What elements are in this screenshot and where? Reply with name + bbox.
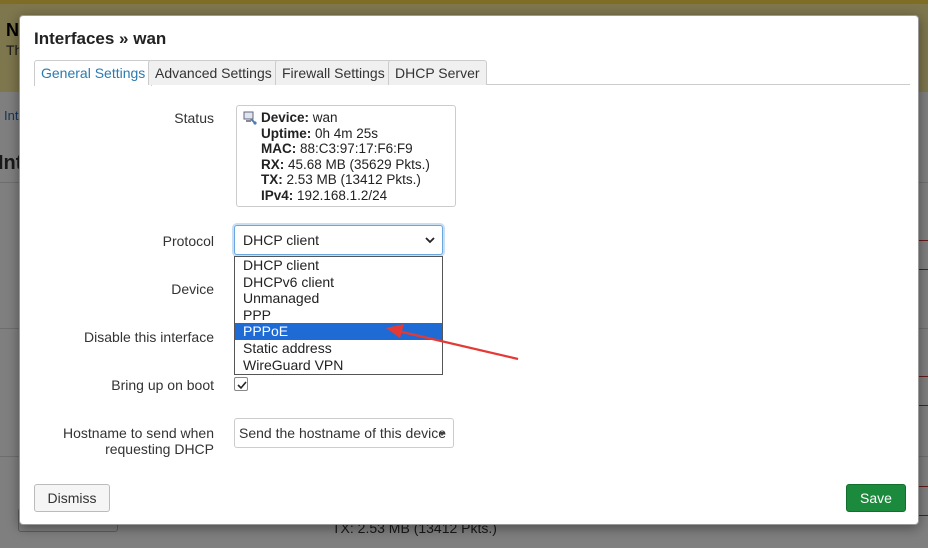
tab-advanced-settings[interactable]: Advanced Settings [148, 60, 279, 85]
protocol-selected-value: DHCP client [243, 232, 319, 248]
status-mac: MAC: 88:C3:97:17:F6:F9 [261, 141, 413, 156]
network-device-icon [243, 111, 257, 125]
protocol-label: Protocol [162, 233, 214, 249]
status-uptime: Uptime: 0h 4m 25s [261, 125, 379, 141]
status-tx: TX: 2.53 MB (13412 Pkts.) [261, 172, 421, 187]
status-rx: RX: 45.68 MB (35629 Pkts.) [261, 156, 430, 172]
tab-firewall-settings[interactable]: Firewall Settings [275, 60, 392, 85]
protocol-option[interactable]: DHCPv6 client [235, 274, 442, 291]
status-device: Device: wan [261, 110, 338, 125]
tab-general-settings[interactable]: General Settings [34, 60, 153, 86]
tab-dhcp-server[interactable]: DHCP Server [388, 60, 487, 85]
hostname-label: Hostname to send when requesting DHCP [63, 425, 214, 457]
chevron-down-icon [424, 230, 436, 250]
status-panel: Device: wan Uptime: 0h 4m 25s MAC: 88:C3… [236, 105, 456, 207]
save-button[interactable]: Save [846, 484, 906, 512]
checkmark-icon [237, 381, 247, 390]
protocol-option[interactable]: DHCP client [235, 257, 442, 274]
interface-edit-dialog: Interfaces » wan General Settings Advanc… [19, 15, 919, 525]
protocol-option[interactable]: PPP [235, 307, 442, 324]
dialog-title: Interfaces » wan [34, 29, 167, 48]
protocol-option-highlighted[interactable]: PPPoE [235, 323, 442, 340]
protocol-dropdown-list: DHCP client DHCPv6 client Unmanaged PPP … [234, 256, 443, 375]
bring-up-on-boot-checkbox[interactable] [234, 377, 248, 391]
disable-interface-label: Disable this interface [84, 329, 214, 345]
hostname-selected-value: Send the hostname of this device [239, 425, 447, 441]
device-label: Device [171, 281, 214, 297]
protocol-option[interactable]: Unmanaged [235, 290, 442, 307]
protocol-option[interactable]: Static address [235, 340, 442, 357]
protocol-select[interactable]: DHCP client [234, 225, 443, 255]
protocol-option[interactable]: WireGuard VPN [235, 357, 442, 374]
status-ipv4: IPv4: 192.168.1.2/24 [261, 187, 388, 203]
caret-down-icon [439, 432, 445, 436]
status-label: Status [174, 110, 214, 126]
tab-bar: General Settings Advanced Settings Firew… [34, 60, 910, 86]
bring-up-on-boot-label: Bring up on boot [111, 377, 214, 393]
dismiss-button[interactable]: Dismiss [34, 484, 110, 512]
hostname-select[interactable]: Send the hostname of this device [234, 418, 454, 448]
